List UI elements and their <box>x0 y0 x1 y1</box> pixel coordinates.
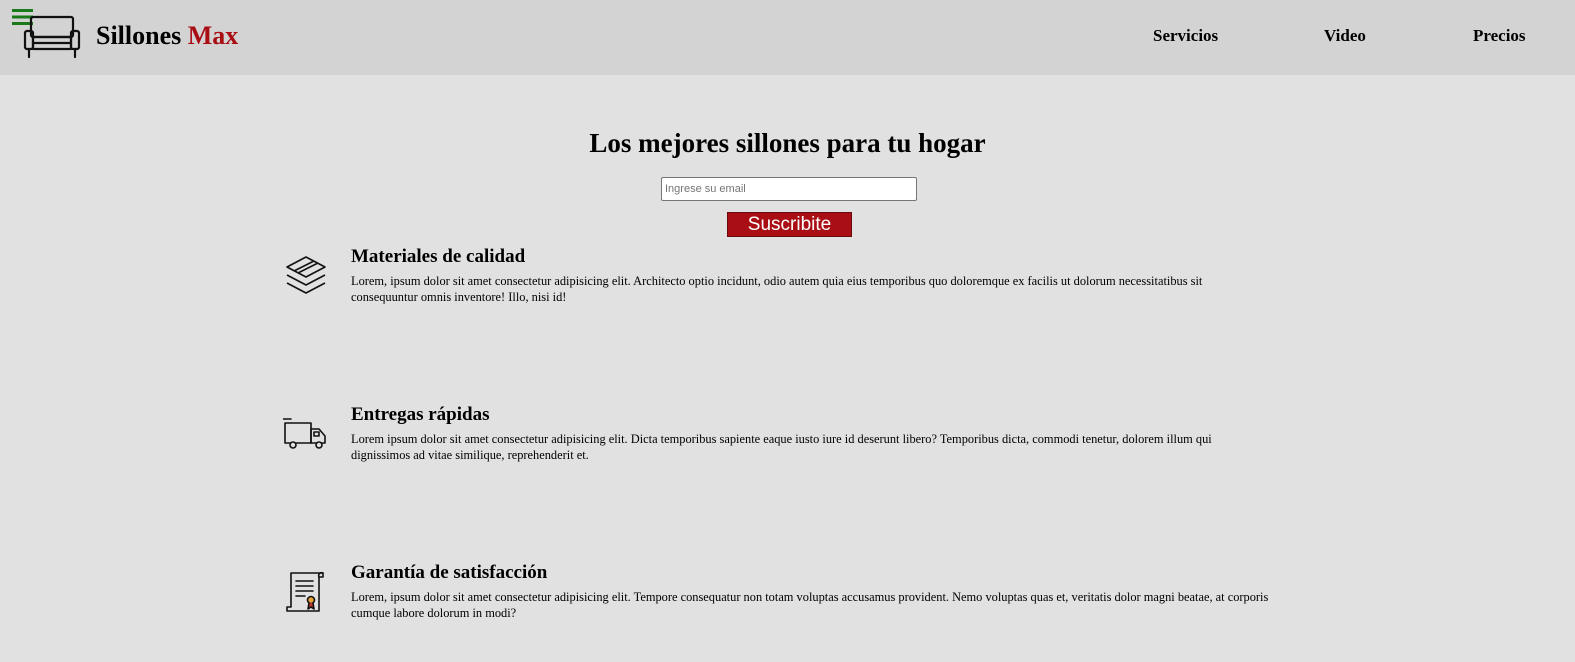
site-header: Sillones Max Servicios Video Precios <box>0 0 1575 75</box>
feature-title: Garantía de satisfacción <box>351 562 548 583</box>
feature-title: Materiales de calidad <box>351 246 526 267</box>
delivery-truck-icon <box>283 418 326 449</box>
brand-name: Sillones <box>96 21 182 50</box>
subscribe-button[interactable]: Suscribite <box>727 212 852 237</box>
certificate-icon <box>286 571 324 612</box>
sofa-icon <box>23 15 81 59</box>
email-input[interactable] <box>661 177 917 201</box>
feature-description: Lorem ipsum dolor sit amet consectetur a… <box>351 432 1212 462</box>
brand-accent: Max <box>187 21 239 50</box>
feature-item-entregas: Entregas rápidas Lorem ipsum dolor sit a… <box>283 403 1273 483</box>
layers-icon <box>286 256 326 294</box>
nav-link-video[interactable]: Video <box>1324 25 1366 47</box>
feature-item-materiales: Materiales de calidad Lorem, ipsum dolor… <box>283 245 1273 325</box>
page-title: Los mejores sillones para tu hogar <box>589 128 986 158</box>
feature-description: Lorem, ipsum dolor sit amet consectetur … <box>351 590 1269 620</box>
feature-item-garantia: Garantía de satisfacción Lorem, ipsum do… <box>283 561 1273 641</box>
brand-logo-text[interactable]: Sillones Max <box>96 18 238 54</box>
feature-title: Entregas rápidas <box>351 404 490 425</box>
feature-description: Lorem, ipsum dolor sit amet consectetur … <box>351 274 1203 304</box>
nav-link-servicios[interactable]: Servicios <box>1153 25 1218 47</box>
nav-link-precios[interactable]: Precios <box>1473 25 1526 47</box>
